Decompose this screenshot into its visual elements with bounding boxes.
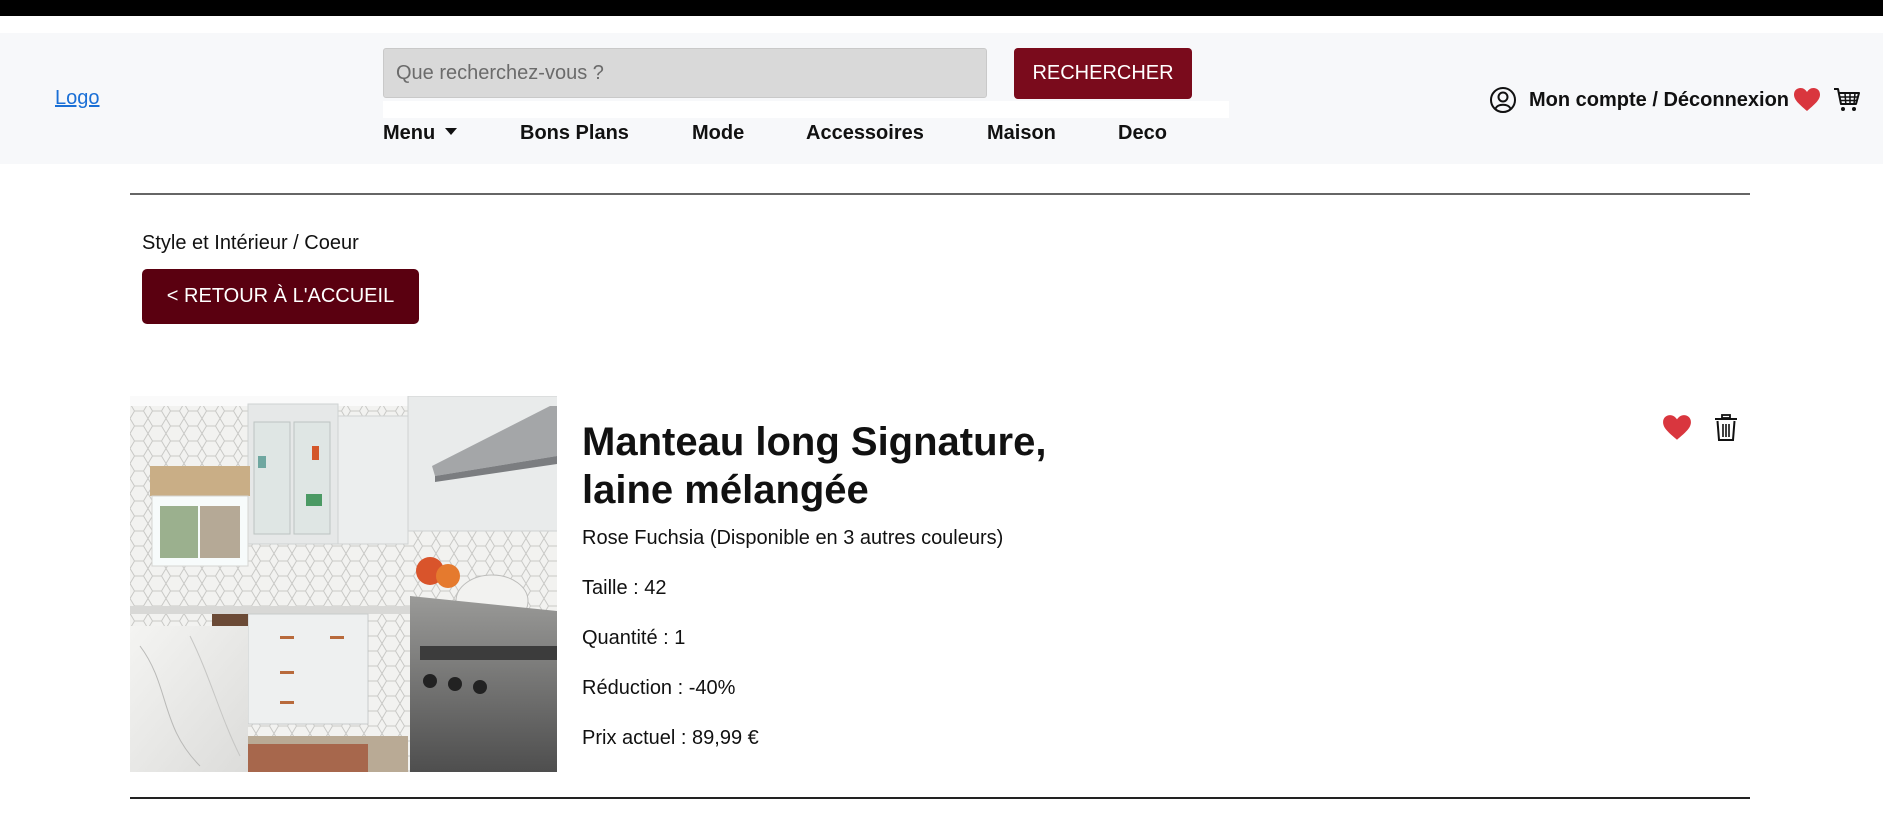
account-area: Mon compte / Déconnexion <box>1489 86 1861 114</box>
user-circle-icon[interactable] <box>1489 86 1517 114</box>
nav-menu-label: Menu <box>383 122 436 144</box>
product-quantity: Quantité : 1 <box>582 627 686 649</box>
divider-bottom <box>130 797 1750 799</box>
product-price: Prix actuel : 89,99 € <box>582 727 759 749</box>
wishlist-heart-icon[interactable] <box>1662 414 1692 442</box>
product-color: Rose Fuchsia (Disponible en 3 autres cou… <box>582 527 1004 549</box>
nav-menu-dropdown[interactable]: Menu <box>383 122 458 145</box>
product-image <box>130 396 557 772</box>
heart-icon[interactable] <box>1793 87 1821 113</box>
caret-down-icon <box>445 128 458 136</box>
trash-icon[interactable] <box>1714 414 1738 442</box>
product-discount: Réduction : -40% <box>582 677 736 699</box>
product-size: Taille : 42 <box>582 577 667 599</box>
back-to-home-button[interactable]: < RETOUR À L'ACCUEIL <box>142 269 419 324</box>
product-actions <box>1662 414 1738 442</box>
logo-link[interactable]: Logo <box>55 87 100 110</box>
kitchen-photo <box>130 396 557 772</box>
account-logout-link[interactable]: Mon compte / Déconnexion <box>1529 89 1789 112</box>
breadcrumb: Style et Intérieur / Coeur <box>142 232 359 254</box>
search-suggestions-strip <box>383 101 1229 118</box>
nav-item-deco[interactable]: Deco <box>1118 122 1167 145</box>
search-input[interactable] <box>383 48 987 98</box>
divider-top <box>130 193 1750 195</box>
nav-item-accessoires[interactable]: Accessoires <box>806 122 924 145</box>
cart-icon[interactable] <box>1833 87 1861 113</box>
top-black-bar <box>0 0 1883 16</box>
product-title: Manteau long Signature, laine mélangée <box>582 420 1047 512</box>
nav-item-bons-plans[interactable]: Bons Plans <box>520 122 629 145</box>
nav-item-maison[interactable]: Maison <box>987 122 1056 145</box>
search-button[interactable]: RECHERCHER <box>1014 48 1192 99</box>
nav-item-mode[interactable]: Mode <box>692 122 744 145</box>
